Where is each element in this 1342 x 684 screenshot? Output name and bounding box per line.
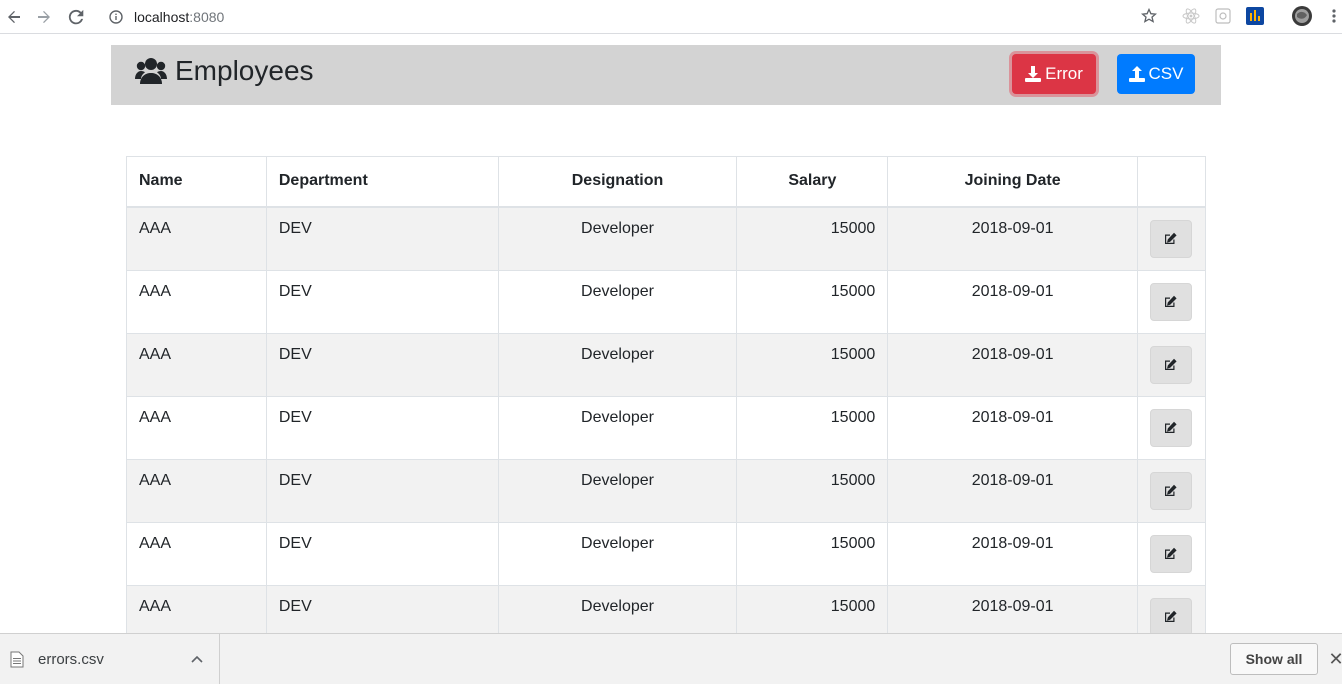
employees-table: Name Department Designation Salary Joini… (126, 156, 1207, 649)
column-header-actions (1136, 156, 1207, 208)
cell-salary: 15000 (736, 458, 889, 523)
browser-toolbar: localhost:8080 (0, 0, 1342, 34)
cell-actions (1136, 458, 1207, 523)
users-icon (135, 57, 167, 85)
download-shelf: errors.csv Show all ✕ (0, 633, 1342, 684)
cell-department: DEV (265, 206, 499, 271)
page-header: Employees Error CSV (111, 45, 1221, 105)
cell-department: DEV (265, 458, 499, 523)
edit-icon (1164, 610, 1178, 623)
upload-csv-button[interactable]: CSV (1117, 54, 1195, 94)
cell-designation: Developer (497, 206, 738, 271)
edit-button[interactable] (1150, 534, 1193, 573)
column-header-designation: Designation (497, 156, 738, 208)
column-header-salary: Salary (736, 156, 889, 208)
cell-department: DEV (265, 269, 499, 334)
cell-name: AAA (126, 458, 267, 523)
react-devtools-icon[interactable] (1181, 6, 1201, 26)
column-header-joining-date: Joining Date (887, 156, 1138, 208)
cell-name: AAA (126, 395, 267, 460)
cell-salary: 15000 (736, 332, 889, 397)
cell-salary: 15000 (736, 206, 889, 271)
cell-actions (1136, 395, 1207, 460)
url-host: localhost (134, 9, 190, 25)
cell-name: AAA (126, 332, 267, 397)
analytics-extension-icon[interactable] (1245, 6, 1265, 26)
page-title-text: Employees (175, 55, 314, 86)
cell-joining-date: 2018-09-01 (887, 521, 1138, 586)
chevron-up-icon[interactable] (191, 655, 203, 663)
cell-name: AAA (126, 521, 267, 586)
cell-department: DEV (265, 521, 499, 586)
edit-button[interactable] (1150, 345, 1193, 384)
show-all-button[interactable]: Show all (1230, 643, 1318, 675)
cell-joining-date: 2018-09-01 (887, 332, 1138, 397)
cell-actions (1136, 332, 1207, 397)
reload-icon[interactable] (64, 5, 88, 29)
cell-joining-date: 2018-09-01 (887, 269, 1138, 334)
cell-designation: Developer (497, 332, 738, 397)
edit-icon (1164, 295, 1178, 308)
cell-actions (1136, 269, 1207, 334)
extension-icon[interactable] (1213, 6, 1233, 26)
profile-avatar-icon[interactable] (1291, 5, 1313, 27)
cell-joining-date: 2018-09-01 (887, 206, 1138, 271)
edit-icon (1164, 484, 1178, 497)
download-file-name: errors.csv (38, 650, 104, 668)
cell-designation: Developer (497, 395, 738, 460)
cell-salary: 15000 (736, 521, 889, 586)
table-row: AAA DEV Developer 15000 2018-09-01 (126, 269, 1207, 334)
upload-icon (1128, 66, 1145, 82)
cell-designation: Developer (497, 269, 738, 334)
url-port: :8080 (189, 9, 225, 25)
error-button-label: Error (1045, 64, 1083, 83)
table-row: AAA DEV Developer 15000 2018-09-01 (126, 332, 1207, 397)
cell-joining-date: 2018-09-01 (887, 395, 1138, 460)
edit-button[interactable] (1150, 471, 1193, 510)
site-info-icon[interactable] (108, 9, 124, 25)
table-row: AAA DEV Developer 15000 2018-09-01 (126, 395, 1207, 460)
download-icon (1025, 66, 1042, 82)
back-icon[interactable] (2, 5, 26, 29)
download-errors-button[interactable]: Error (1012, 54, 1096, 94)
cell-actions (1136, 521, 1207, 586)
edit-button[interactable] (1150, 219, 1193, 258)
forward-icon[interactable] (32, 5, 56, 29)
table-row: AAA DEV Developer 15000 2018-09-01 (126, 458, 1207, 523)
employees-table-container: Name Department Designation Salary Joini… (126, 156, 1207, 649)
cell-salary: 15000 (736, 269, 889, 334)
edit-icon (1164, 358, 1178, 371)
page-title: Employees (135, 55, 314, 87)
cell-name: AAA (126, 206, 267, 271)
edit-icon (1164, 547, 1178, 560)
menu-kebab-icon[interactable] (1324, 6, 1342, 26)
cell-department: DEV (265, 395, 499, 460)
address-bar[interactable]: localhost:8080 (104, 4, 1284, 30)
cell-department: DEV (265, 332, 499, 397)
cell-joining-date: 2018-09-01 (887, 458, 1138, 523)
cell-designation: Developer (497, 521, 738, 586)
cell-actions (1136, 206, 1207, 271)
edit-button[interactable] (1150, 408, 1193, 447)
bookmark-star-icon[interactable] (1139, 6, 1159, 26)
table-row: AAA DEV Developer 15000 2018-09-01 (126, 521, 1207, 586)
table-row: AAA DEV Developer 15000 2018-09-01 (126, 206, 1207, 271)
cell-salary: 15000 (736, 395, 889, 460)
cell-designation: Developer (497, 458, 738, 523)
column-header-department: Department (265, 156, 499, 208)
edit-icon (1164, 421, 1178, 434)
table-body: AAA DEV Developer 15000 2018-09-01 AAA DEV Deve… (126, 206, 1207, 649)
close-icon[interactable]: ✕ (1328, 649, 1342, 669)
file-icon (10, 651, 24, 668)
table-header-row: Name Department Designation Salary Joini… (126, 156, 1207, 208)
column-header-name: Name (126, 156, 267, 208)
edit-button[interactable] (1150, 282, 1193, 321)
csv-button-label: CSV (1148, 64, 1184, 83)
download-item[interactable]: errors.csv (0, 634, 220, 684)
edit-button[interactable] (1150, 597, 1193, 636)
cell-name: AAA (126, 269, 267, 334)
edit-icon (1164, 232, 1178, 245)
